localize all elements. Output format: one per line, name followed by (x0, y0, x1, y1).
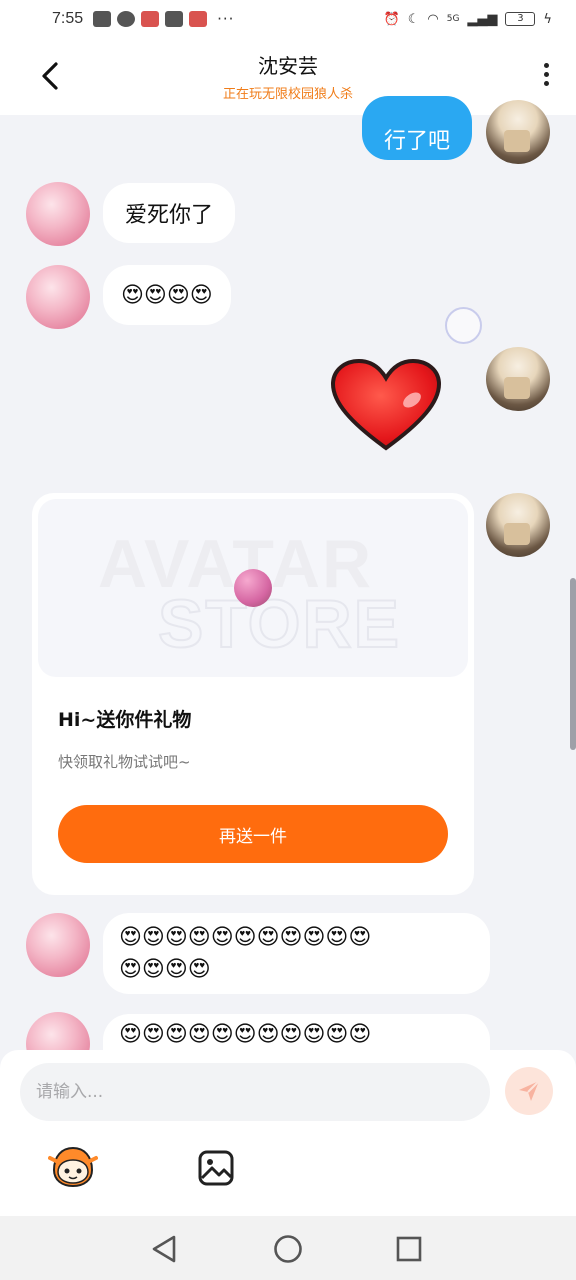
gift-title: Hi~送你件礼物 (58, 709, 192, 731)
signal-icon: ▂▄▆ (467, 11, 498, 27)
avatar[interactable] (486, 493, 550, 557)
gift-card[interactable]: AVATAR STORE Hi~送你件礼物 快领取礼物试试吧~ 再送一件 (32, 493, 474, 895)
wifi-icon: ◠ (427, 11, 439, 27)
floating-assist-button[interactable] (445, 307, 482, 344)
app-icon (165, 11, 184, 27)
back-triangle-icon (152, 1235, 176, 1263)
message-input[interactable] (20, 1063, 490, 1121)
emoji-message: 😍😍😍😍 (121, 282, 213, 308)
gift-image: AVATAR STORE (38, 499, 468, 677)
back-button[interactable] (36, 58, 66, 94)
more-notifications-icon: ··· (217, 10, 235, 28)
image-picker-button[interactable] (196, 1148, 236, 1188)
image-icon (198, 1150, 234, 1186)
chevron-left-icon (42, 62, 58, 90)
send-icon (519, 1080, 540, 1101)
avatar[interactable] (26, 265, 90, 329)
gift-description: 快领取礼物试试吧~ (58, 753, 191, 771)
emoji-message: 😍😍😍😍😍😍😍😍😍😍😍 😍😍😍😍 (119, 924, 372, 982)
message-text: 行了吧 (384, 129, 451, 154)
more-vertical-icon (543, 63, 549, 68)
gift-ball-icon (234, 569, 272, 607)
recents-square-icon (396, 1236, 422, 1262)
input-panel (0, 1050, 576, 1216)
heart-icon (330, 358, 442, 451)
mascot-icon (48, 1146, 98, 1188)
moon-icon: ☾ (407, 11, 420, 27)
notification-icons: ··· (93, 10, 234, 28)
more-menu-button[interactable] (540, 60, 552, 92)
send-another-gift-button[interactable]: 再送一件 (58, 805, 448, 863)
menu-dot (543, 81, 549, 86)
avatar[interactable] (486, 100, 550, 164)
book-icon (189, 11, 208, 27)
avatar[interactable] (486, 347, 550, 411)
home-circle-icon (274, 1235, 302, 1263)
heart-sticker[interactable] (330, 358, 442, 454)
status-bar: 7:55 ··· ⏰ ☾ ◠ 5G ▂▄▆ 3 ϟ (0, 0, 576, 38)
mascot-emoji-button[interactable] (48, 1144, 98, 1188)
video-icon (93, 11, 112, 27)
system-indicators: ⏰ ☾ ◠ 5G ▂▄▆ 3 ϟ (384, 12, 552, 27)
nav-recents-button[interactable] (392, 1232, 426, 1266)
emoji-message: 😍😍😍😍😍😍😍😍😍😍😍 (119, 1022, 372, 1047)
page-title: 沈安芸 (258, 54, 318, 78)
app-icon (141, 11, 160, 27)
message-bubble[interactable]: 爱死你了 (103, 183, 236, 243)
network-label: 5G (446, 14, 460, 24)
nav-back-button[interactable] (148, 1232, 182, 1266)
nav-home-button[interactable] (271, 1232, 305, 1266)
message-bubble[interactable]: 😍😍😍😍 (103, 265, 231, 325)
status-subtitle: 正在玩无限校园狼人杀 (222, 87, 353, 102)
message-text: 爱死你了 (125, 203, 214, 228)
system-nav-bar (0, 1216, 576, 1280)
menu-dot (543, 72, 549, 77)
message-bubble[interactable]: 😍😍😍😍😍😍😍😍😍😍😍 😍😍😍😍 (103, 913, 490, 994)
send-button[interactable] (505, 1067, 553, 1115)
alarm-icon: ⏰ (383, 11, 400, 27)
avatar[interactable] (26, 913, 90, 977)
chat-header: 沈安芸 正在玩无限校园狼人杀 (0, 38, 576, 115)
status-time: 7:55 (52, 10, 84, 27)
store-watermark: STORE (157, 585, 402, 663)
app-icon (117, 11, 136, 27)
scrollbar[interactable] (570, 578, 576, 750)
charging-icon: ϟ (543, 11, 552, 27)
message-bubble-mine[interactable]: 行了吧 (362, 96, 473, 160)
avatar[interactable] (26, 182, 90, 246)
battery-icon: 3 (505, 12, 536, 26)
